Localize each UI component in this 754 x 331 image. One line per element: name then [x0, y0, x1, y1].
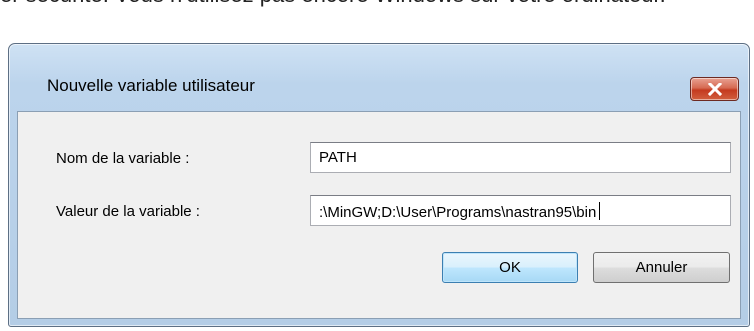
cancel-button[interactable]: Annuler [593, 252, 730, 283]
dialog-body: Nom de la variable : PATH Valeur de la v… [17, 111, 741, 319]
text-caret [599, 202, 601, 220]
variable-name-label: Nom de la variable : [56, 150, 190, 167]
variable-name-value: PATH [319, 149, 357, 166]
background-text: er sécurité. Vous n'utilisez pas encore … [0, 0, 754, 12]
variable-name-input[interactable]: PATH [310, 142, 731, 173]
close-icon [708, 83, 722, 96]
ok-button[interactable]: OK [442, 252, 578, 283]
dialog-title: Nouvelle variable utilisateur [47, 76, 255, 95]
close-button[interactable] [690, 77, 739, 101]
dialog-window: Nouvelle variable utilisateur Nom de la … [8, 43, 750, 327]
variable-value-input[interactable]: :\MinGW;D:\User\Programs\nastran95\bin [310, 195, 731, 226]
variable-value-text: :\MinGW;D:\User\Programs\nastran95\bin [319, 204, 597, 221]
variable-value-label: Valeur de la variable : [56, 203, 200, 220]
